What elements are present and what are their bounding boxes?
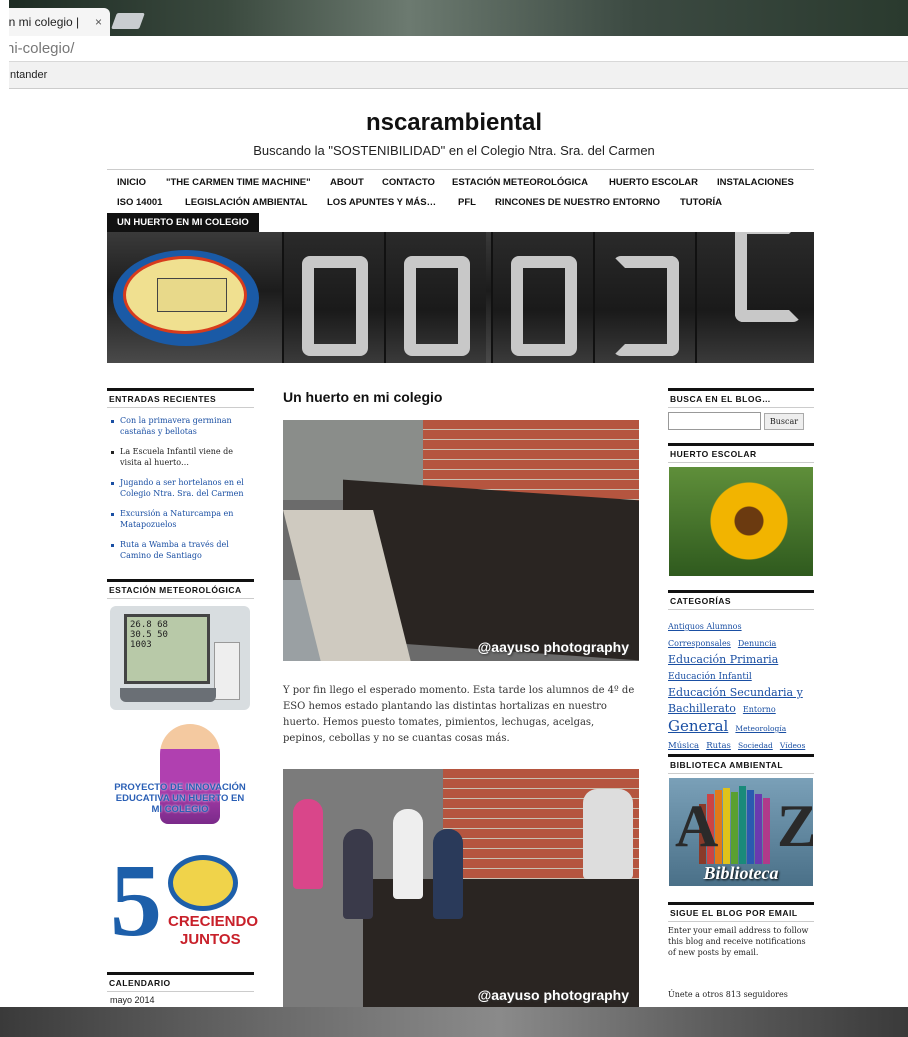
weather-screen: 26.8 68 30.5 50 1003 [124,614,210,684]
nav-item-legislacion[interactable]: LEGISLACIÓN AMBIENTAL [185,197,307,208]
bookmarks-bar: ntander [0,62,908,89]
recent-post-link[interactable]: La Escuela Infantil viene de visita al h… [110,447,254,468]
header-digit [593,232,695,363]
nav-item-tutoria[interactable]: TUTORÍA [680,197,722,208]
post-photo-students[interactable]: @aayuso photography [283,769,639,1007]
calendar-title: CALENDARIO [107,972,254,992]
library-image[interactable]: A Z Biblioteca [669,778,813,886]
browser-tab[interactable]: en mi colegio | × [0,8,110,36]
web-page: nscarambiental Buscando la "SOSTENIBILID… [0,89,908,1007]
main-navigation: INICIO "THE CARMEN TIME MACHINE" ABOUT C… [107,171,814,233]
school-logo [113,250,259,346]
category-link[interactable]: Educación Infantil [668,672,752,682]
nav-item-rincones[interactable]: RINCONES DE NUESTRO ENTORNO [495,197,660,208]
category-link[interactable]: Música [668,741,699,751]
category-link[interactable]: Rutas [706,741,731,751]
tab-close-icon[interactable]: × [95,8,102,36]
categories-title: CATEGORÍAS [668,590,814,610]
category-link[interactable]: Antiguos Alumnos [668,622,742,631]
recent-post-link[interactable]: Ruta a Wamba a través del Camino de Sant… [110,540,254,561]
weather-station-image[interactable]: 26.8 68 30.5 50 1003 [110,606,250,710]
nav-item-huerto-colegio[interactable]: UN HUERTO EN MI COLEGIO [107,213,259,233]
post-title[interactable]: Un huerto en mi colegio [283,389,442,405]
project-banner[interactable]: PROYECTO DE INNOVACIÓN EDUCATIVA UN HUER… [110,724,250,834]
nav-item-inicio[interactable]: INICIO [117,177,146,188]
desktop-background [0,1007,908,1037]
nav-divider [107,169,814,170]
project-banner-text: PROYECTO DE INNOVACIÓN EDUCATIVA UN HUER… [114,782,246,815]
tab-title: en mi colegio | [2,15,80,29]
recent-post-link[interactable]: Jugando a ser hortelanos en el Colegio N… [110,478,254,499]
category-link[interactable]: Vídeos [780,741,805,750]
post-photo-garden[interactable]: @aayuso photography [283,420,639,661]
header-image [107,232,814,363]
search-button[interactable]: Buscar [764,413,804,430]
photo-watermark: @aayuso photography [477,639,629,655]
nav-item-about[interactable]: ABOUT [330,177,364,188]
calendar-month: mayo 2014 [110,995,155,1005]
new-tab-button[interactable] [111,13,145,29]
browser-tab-bar: en mi colegio | × [0,0,908,36]
nav-item-instalaciones[interactable]: INSTALACIONES [717,177,794,188]
library-letter-z: Z [777,793,813,859]
huerto-widget-title: HUERTO ESCOLAR [668,443,814,463]
recent-post-link[interactable]: Excursión a Naturcampa en Matapozuelos [110,509,254,530]
library-label: Biblioteca [703,863,779,883]
weather-base [120,688,216,702]
fifty-text-2: JUNTOS [180,931,241,948]
post-body: Y por fin llego el esperado momento. Est… [283,685,635,744]
weather-station-title: ESTACIÓN METEOROLÓGICA [107,579,254,599]
window-edge [0,0,9,1037]
category-link[interactable]: Corresponsales [668,639,731,648]
weather-sensor [214,642,240,700]
search-input[interactable] [668,412,761,430]
header-digit [695,232,814,363]
library-title: BIBLIOTECA AMBIENTAL [668,754,814,774]
nav-item-time-machine[interactable]: "THE CARMEN TIME MACHINE" [166,177,311,188]
category-link[interactable]: Educación Secundaria y Bachillerato [668,686,803,715]
recent-posts-list: Con la primavera germinan castañas y bel… [110,416,254,571]
fifty-text-1: CRECIENDO [168,913,259,930]
category-link[interactable]: Sociedad [738,741,773,750]
nav-item-contacto[interactable]: CONTACTO [382,177,435,188]
category-link[interactable]: Educación Primaria [668,653,778,666]
recent-post-link[interactable]: Con la primavera germinan castañas y bel… [110,416,254,437]
email-follow-title: SIGUE EL BLOG POR EMAIL [668,902,814,922]
library-letter-a: A [675,793,719,859]
search-title: BUSCA EN EL BLOG… [668,388,814,408]
site-description: Buscando la "SOSTENIBILIDAD" en el Coleg… [253,143,655,158]
fifty-anniversary-logo[interactable]: 5 CRECIENDO JUNTOS [110,849,258,959]
nav-item-apuntes[interactable]: LOS APUNTES Y MÁS… [327,197,436,208]
nav-item-iso[interactable]: ISO 14001 [117,197,162,208]
header-digit [384,232,486,363]
recent-posts-title: ENTRADAS RECIENTES [107,388,254,408]
category-link[interactable]: Entorno [743,705,776,714]
header-digit [282,232,384,363]
category-link[interactable]: General [668,717,728,735]
category-cloud: Antiguos Alumnos Corresponsales Denuncia… [668,617,814,753]
bookmark-item[interactable]: ntander [10,69,47,81]
category-link[interactable]: Meteorología [735,724,786,733]
nav-item-pfl[interactable]: PFL [458,197,476,208]
header-digit [491,232,593,363]
nav-item-estacion[interactable]: ESTACIÓN METEOROLÓGICA [452,177,588,188]
email-follow-text: Enter your email address to follow this … [668,926,809,957]
followers-count: Únete a otros 813 seguidores [668,990,788,999]
address-bar[interactable]: ni-colegio/ [0,36,908,62]
category-link[interactable]: Denuncia [738,639,776,648]
photo-watermark: @aayuso photography [477,987,629,1003]
sunflower-image[interactable] [669,467,813,576]
site-title[interactable]: nscarambiental [0,109,908,137]
nav-item-huerto[interactable]: HUERTO ESCOLAR [609,177,698,188]
